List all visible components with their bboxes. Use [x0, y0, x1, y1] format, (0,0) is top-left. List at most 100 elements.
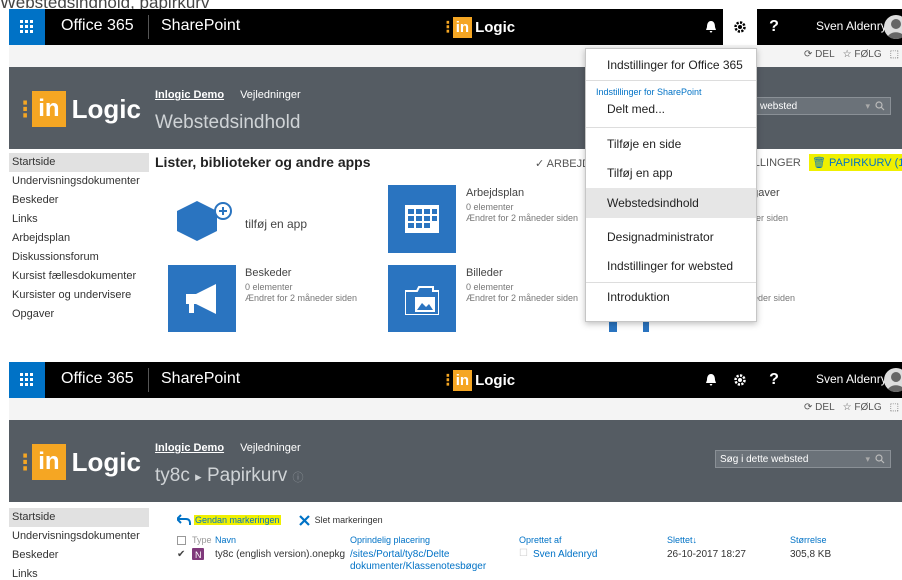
- avatar[interactable]: [884, 15, 902, 39]
- nav-item-arbejdsplan[interactable]: Arbejdsplan: [9, 229, 149, 248]
- sharepoint-link[interactable]: SharePoint: [161, 370, 240, 388]
- menu-item-indstillinger-websted[interactable]: Indstillinger for websted: [586, 259, 756, 273]
- column-type[interactable]: Type: [192, 535, 212, 545]
- bell-icon: [706, 21, 716, 33]
- site-logo[interactable]: ⁝ in Logic: [21, 442, 141, 482]
- settings-button[interactable]: [723, 9, 757, 45]
- topnav-vejledninger[interactable]: Vejledninger: [240, 89, 301, 101]
- nav-item-kursist-faellesdokumenter[interactable]: Kursist fællesdokumenter: [9, 267, 149, 286]
- suitebar-logo[interactable]: ⁝ in Logic: [445, 15, 515, 39]
- row-location-line1: /sites/Portal/ty8c/Delte: [350, 549, 450, 560]
- add-app-label[interactable]: tilføj en app: [245, 217, 307, 231]
- help-button[interactable]: ?: [757, 362, 791, 398]
- nav-item-opgaver[interactable]: Opgaver: [9, 305, 149, 324]
- breadcrumb-separator: ▸: [195, 469, 202, 484]
- column-deleted[interactable]: Slettet↓: [667, 535, 697, 545]
- chevron-down-icon[interactable]: ▾: [865, 101, 870, 112]
- tile-modified: Ændret for 2 måneder siden: [466, 293, 579, 303]
- recycle-bin-link[interactable]: 🗑 PAPIRKURV (1): [809, 154, 902, 171]
- tile-title[interactable]: Beskeder: [245, 267, 291, 279]
- recycle-bin-screenshot: Office 365 SharePoint ⁝ in Logic ? Sven …: [9, 362, 902, 580]
- column-size[interactable]: Størrelse: [790, 535, 827, 545]
- nav-item-beskeder[interactable]: Beskeder: [9, 191, 149, 210]
- search-input[interactable]: Søg i dette websted ▾: [715, 450, 891, 468]
- delete-button[interactable]: Slet markeringen: [298, 514, 383, 526]
- page-title: Papirkurv: [206, 465, 288, 486]
- billeder-tile[interactable]: [388, 265, 456, 332]
- app-launcher-button[interactable]: [9, 9, 45, 45]
- follow-button[interactable]: ☆ FØLG: [843, 402, 882, 413]
- nav-item-links[interactable]: Links: [9, 210, 149, 229]
- suitebar-divider: [148, 15, 149, 39]
- info-icon[interactable]: ⓘ: [292, 472, 303, 484]
- column-location[interactable]: Oprindelig placering: [350, 535, 430, 545]
- search-icon[interactable]: [875, 454, 885, 467]
- site-logo-text: Logic: [71, 446, 141, 477]
- user-name[interactable]: Sven Aldenryd: [816, 19, 893, 33]
- row-checkbox[interactable]: ✔: [177, 549, 185, 560]
- restore-label: Gendan markeringen: [194, 515, 281, 525]
- office365-link[interactable]: Office 365: [61, 370, 134, 388]
- share-button[interactable]: ⟳ DEL: [804, 402, 835, 413]
- delete-label: Slet markeringen: [314, 515, 383, 525]
- select-all-checkbox[interactable]: [177, 536, 186, 545]
- tile-count: 0 elementer: [245, 282, 293, 292]
- chevron-down-icon[interactable]: ▾: [865, 454, 870, 465]
- topnav-inlogic-demo[interactable]: Inlogic Demo: [155, 89, 224, 101]
- menu-item-introduktion[interactable]: Introduktion: [586, 290, 756, 304]
- sharepoint-link[interactable]: SharePoint: [161, 17, 240, 35]
- tile-title[interactable]: Billeder: [466, 267, 503, 279]
- menu-item-office365-settings[interactable]: Indstillinger for Office 365: [586, 58, 756, 72]
- waffle-icon: [20, 373, 33, 386]
- tile-modified: Ændret for 2 måneder siden: [466, 213, 579, 223]
- column-created-by[interactable]: Oprettet af: [519, 535, 562, 545]
- menu-item-delt-med[interactable]: Delt med...: [586, 102, 756, 116]
- office365-link[interactable]: Office 365: [61, 17, 134, 35]
- recycle-actions: Gendan markeringen Slet markeringen: [177, 514, 383, 526]
- nav-item-undervisningsdokumenter[interactable]: Undervisningsdokumenter: [9, 172, 149, 191]
- row-location[interactable]: /sites/Portal/ty8c/Delte dokumenter/Klas…: [350, 549, 486, 573]
- site-logo[interactable]: ⁝ in Logic: [21, 89, 141, 129]
- share-icon: ⟳: [804, 402, 813, 413]
- nav-item-kursister-og-undervisere[interactable]: Kursister og undervisere: [9, 286, 149, 305]
- focus-icon[interactable]: ⬚: [890, 49, 899, 60]
- focus-icon[interactable]: ⬚: [890, 402, 899, 413]
- search-icon[interactable]: [875, 101, 885, 114]
- menu-item-tilfoej-app[interactable]: Tilføj en app: [586, 166, 756, 180]
- menu-item-designadministrator[interactable]: Designadministrator: [586, 230, 756, 244]
- row-created-by[interactable]: Sven Aldenryd: [533, 549, 598, 560]
- menu-item-webstedsindhold[interactable]: Webstedsindhold: [586, 188, 756, 218]
- nav-item-undervisningsdokumenter[interactable]: Undervisningsdokumenter: [9, 527, 149, 546]
- arbejdsplan-tile[interactable]: [388, 185, 456, 253]
- beskeder-tile[interactable]: [168, 265, 236, 332]
- settings-button[interactable]: [723, 362, 757, 398]
- restore-button[interactable]: Gendan markeringen: [177, 514, 281, 526]
- breadcrumb: ty8c ▸ Papirkurv ⓘ: [155, 465, 303, 487]
- suitebar-logo[interactable]: ⁝ in Logic: [445, 368, 515, 392]
- user-name[interactable]: Sven Aldenryd: [816, 372, 893, 386]
- nav-item-beskeder[interactable]: Beskeder: [9, 546, 149, 565]
- tile-title[interactable]: Arbejdsplan: [466, 187, 524, 199]
- breadcrumb-parent[interactable]: ty8c: [155, 465, 190, 486]
- suitebar-divider: [148, 368, 149, 392]
- logo-text: Logic: [475, 371, 516, 389]
- nav-item-diskussionsforum[interactable]: Diskussionsforum: [9, 248, 149, 267]
- topnav-inlogic-demo[interactable]: Inlogic Demo: [155, 442, 224, 454]
- nav-item-links[interactable]: Links: [9, 565, 149, 580]
- help-button[interactable]: ?: [757, 9, 791, 45]
- avatar[interactable]: [884, 368, 902, 392]
- follow-button[interactable]: ☆ FØLG: [843, 49, 882, 60]
- waffle-icon: [20, 20, 33, 33]
- nav-item-startside[interactable]: Startside: [9, 508, 149, 527]
- close-icon: [298, 514, 310, 526]
- work-link[interactable]: ✓ ARBEJD: [535, 157, 590, 170]
- row-name[interactable]: ty8c (english version).onepkg: [215, 549, 345, 560]
- add-app-tile[interactable]: [177, 193, 237, 248]
- nav-item-startside[interactable]: Startside: [9, 153, 149, 172]
- topnav-vejledninger[interactable]: Vejledninger: [240, 442, 301, 454]
- share-button[interactable]: ⟳ DEL: [804, 49, 835, 60]
- column-name[interactable]: Navn: [215, 535, 236, 545]
- app-launcher-button[interactable]: [9, 362, 45, 398]
- menu-item-tilfoeje-side[interactable]: Tilføje en side: [586, 137, 756, 151]
- gear-icon: [734, 21, 746, 33]
